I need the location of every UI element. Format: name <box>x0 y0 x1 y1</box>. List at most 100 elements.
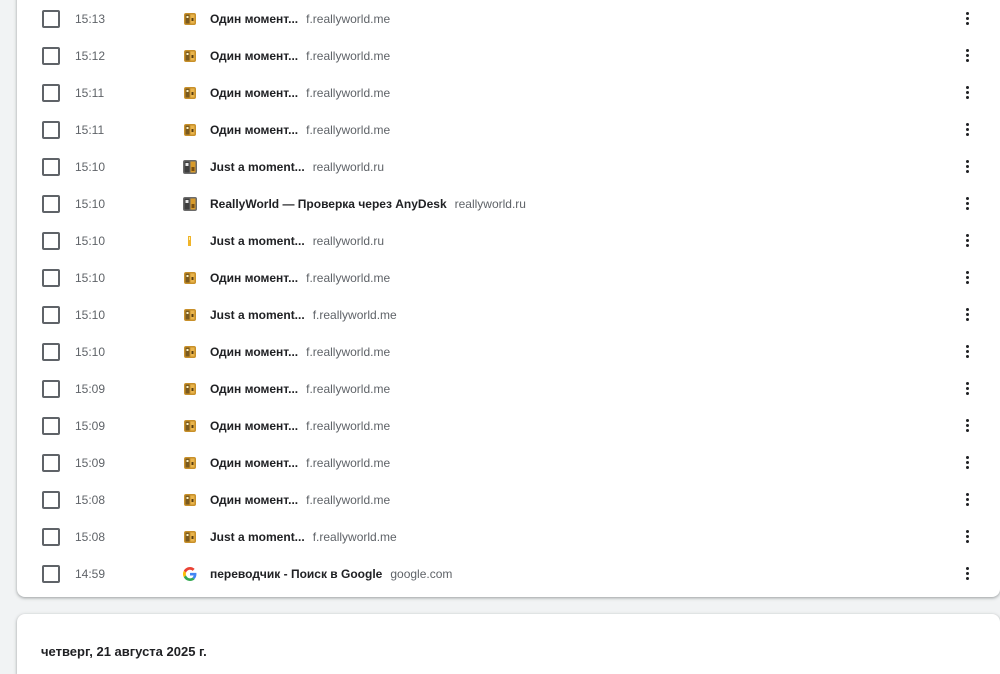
more-actions-icon[interactable] <box>957 7 977 31</box>
more-actions-icon[interactable] <box>957 562 977 586</box>
history-entry[interactable]: 15:12 Один момент... f.reallyworld.me <box>17 37 1000 74</box>
reallyworld-favicon-orange-icon <box>182 270 198 286</box>
reallyworld-favicon-orange-icon <box>182 122 198 138</box>
history-entry[interactable]: 15:09 Один момент... f.reallyworld.me <box>17 407 1000 444</box>
select-checkbox[interactable] <box>42 342 60 361</box>
reallyworld-favicon-orange-icon <box>182 307 198 323</box>
entry-title: Just a moment... <box>210 307 305 322</box>
history-entry[interactable]: 15:10 Один момент... f.reallyworld.me <box>17 333 1000 370</box>
date-header: четверг, 21 августа 2025 г. <box>41 644 207 659</box>
entry-link[interactable]: Один момент... f.reallyworld.me <box>210 86 390 100</box>
entry-link[interactable]: Один момент... f.reallyworld.me <box>210 493 390 507</box>
reallyworld-favicon-grey-icon <box>182 159 198 175</box>
history-entry[interactable]: 15:08 Just a moment... f.reallyworld.me <box>17 518 1000 555</box>
select-checkbox[interactable] <box>42 527 60 546</box>
entry-time: 15:10 <box>75 270 106 285</box>
more-actions-icon[interactable] <box>957 451 977 475</box>
more-actions-icon[interactable] <box>957 118 977 142</box>
select-checkbox[interactable] <box>42 46 60 65</box>
select-checkbox[interactable] <box>42 490 60 509</box>
entry-title: Один момент... <box>210 48 299 63</box>
more-actions-icon[interactable] <box>957 155 977 179</box>
reallyworld-favicon-grey-icon <box>182 196 198 212</box>
entry-link[interactable]: Один момент... f.reallyworld.me <box>210 271 390 285</box>
select-checkbox[interactable] <box>42 453 60 472</box>
reallyworld-favicon-orange-icon <box>182 381 198 397</box>
entry-link[interactable]: Один момент... f.reallyworld.me <box>210 382 390 396</box>
history-entry[interactable]: 15:09 Один момент... f.reallyworld.me <box>17 444 1000 481</box>
entry-time: 15:13 <box>75 11 106 26</box>
entry-title: Just a moment... <box>210 233 305 248</box>
entry-time: 15:09 <box>75 455 106 470</box>
history-entry[interactable]: 15:09 Один момент... f.reallyworld.me <box>17 370 1000 407</box>
history-entry[interactable]: 14:59 переводчик - Поиск в Google google.c… <box>17 555 1000 592</box>
history-entry[interactable]: 15:08 Один момент... f.reallyworld.me <box>17 481 1000 518</box>
entry-link[interactable]: ReallyWorld — Проверка через AnyDesk real… <box>210 197 526 211</box>
select-checkbox[interactable] <box>42 194 60 213</box>
entry-title: Один момент... <box>210 11 299 26</box>
select-checkbox[interactable] <box>42 157 60 176</box>
entry-link[interactable]: Один момент... f.reallyworld.me <box>210 419 390 433</box>
entry-time: 15:10 <box>75 307 106 322</box>
entry-link[interactable]: Один момент... f.reallyworld.me <box>210 345 390 359</box>
select-checkbox[interactable] <box>42 379 60 398</box>
entry-time: 15:10 <box>75 344 106 359</box>
select-checkbox[interactable] <box>42 564 60 583</box>
entry-domain: f.reallyworld.me <box>306 492 391 507</box>
reallyworld-favicon-orange-icon <box>182 492 198 508</box>
history-entry[interactable]: 15:10 Один момент... f.reallyworld.me <box>17 259 1000 296</box>
history-day-card: 15:13 Один момент... f.reallyworld.me 15:12… <box>17 0 1000 597</box>
entry-time: 15:11 <box>75 85 105 100</box>
entry-link[interactable]: Один момент... f.reallyworld.me <box>210 123 390 137</box>
more-actions-icon[interactable] <box>957 303 977 327</box>
history-entry[interactable]: 15:13 Один момент... f.reallyworld.me <box>17 0 1000 37</box>
entry-title: Один момент... <box>210 381 299 396</box>
more-actions-icon[interactable] <box>957 340 977 364</box>
history-entry[interactable]: 15:10 Just a moment... f.reallyworld.me <box>17 296 1000 333</box>
entry-domain: f.reallyworld.me <box>306 122 391 137</box>
more-actions-icon[interactable] <box>957 488 977 512</box>
more-actions-icon[interactable] <box>957 266 977 290</box>
entry-title: переводчик - Поиск в Google <box>210 566 383 581</box>
entry-time: 15:10 <box>75 233 106 248</box>
history-entry[interactable]: 15:10 ReallyWorld — Проверка через AnyDes… <box>17 185 1000 222</box>
history-entry[interactable]: 15:10 Just a moment... reallyworld.ru <box>17 222 1000 259</box>
reallyworld-favicon-orange-icon <box>182 344 198 360</box>
reallyworld-favicon-orange-icon <box>182 529 198 545</box>
more-actions-icon[interactable] <box>957 414 977 438</box>
more-actions-icon[interactable] <box>957 44 977 68</box>
more-actions-icon[interactable] <box>957 229 977 253</box>
entry-link[interactable]: переводчик - Поиск в Google google.com <box>210 567 452 581</box>
entry-time: 15:10 <box>75 159 106 174</box>
select-checkbox[interactable] <box>42 83 60 102</box>
more-actions-icon[interactable] <box>957 525 977 549</box>
entry-domain: reallyworld.ru <box>312 159 385 174</box>
entry-title: Один момент... <box>210 418 299 433</box>
select-checkbox[interactable] <box>42 231 60 250</box>
entry-time: 15:08 <box>75 529 106 544</box>
entry-link[interactable]: Один момент... f.reallyworld.me <box>210 12 390 26</box>
entry-link[interactable]: Один момент... f.reallyworld.me <box>210 456 390 470</box>
entry-time: 14:59 <box>75 566 106 581</box>
entry-domain: f.reallyworld.me <box>306 48 391 63</box>
entry-link[interactable]: Just a moment... f.reallyworld.me <box>210 308 397 322</box>
select-checkbox[interactable] <box>42 120 60 139</box>
more-actions-icon[interactable] <box>957 377 977 401</box>
history-entry[interactable]: 15:11 Один момент... f.reallyworld.me <box>17 74 1000 111</box>
select-checkbox[interactable] <box>42 416 60 435</box>
entry-time: 15:09 <box>75 418 106 433</box>
more-actions-icon[interactable] <box>957 81 977 105</box>
more-actions-icon[interactable] <box>957 192 977 216</box>
reallyworld-favicon-orange-icon <box>182 455 198 471</box>
history-entry[interactable]: 15:11 Один момент... f.reallyworld.me <box>17 111 1000 148</box>
entry-link[interactable]: Just a moment... reallyworld.ru <box>210 160 384 174</box>
entry-link[interactable]: Один момент... f.reallyworld.me <box>210 49 390 63</box>
select-checkbox[interactable] <box>42 9 60 28</box>
select-checkbox[interactable] <box>42 305 60 324</box>
history-entry[interactable]: 15:10 Just a moment... reallyworld.ru <box>17 148 1000 185</box>
entry-time: 15:10 <box>75 196 106 211</box>
select-checkbox[interactable] <box>42 268 60 287</box>
entry-time: 15:12 <box>75 48 106 63</box>
entry-link[interactable]: Just a moment... f.reallyworld.me <box>210 530 397 544</box>
entry-link[interactable]: Just a moment... reallyworld.ru <box>210 234 384 248</box>
